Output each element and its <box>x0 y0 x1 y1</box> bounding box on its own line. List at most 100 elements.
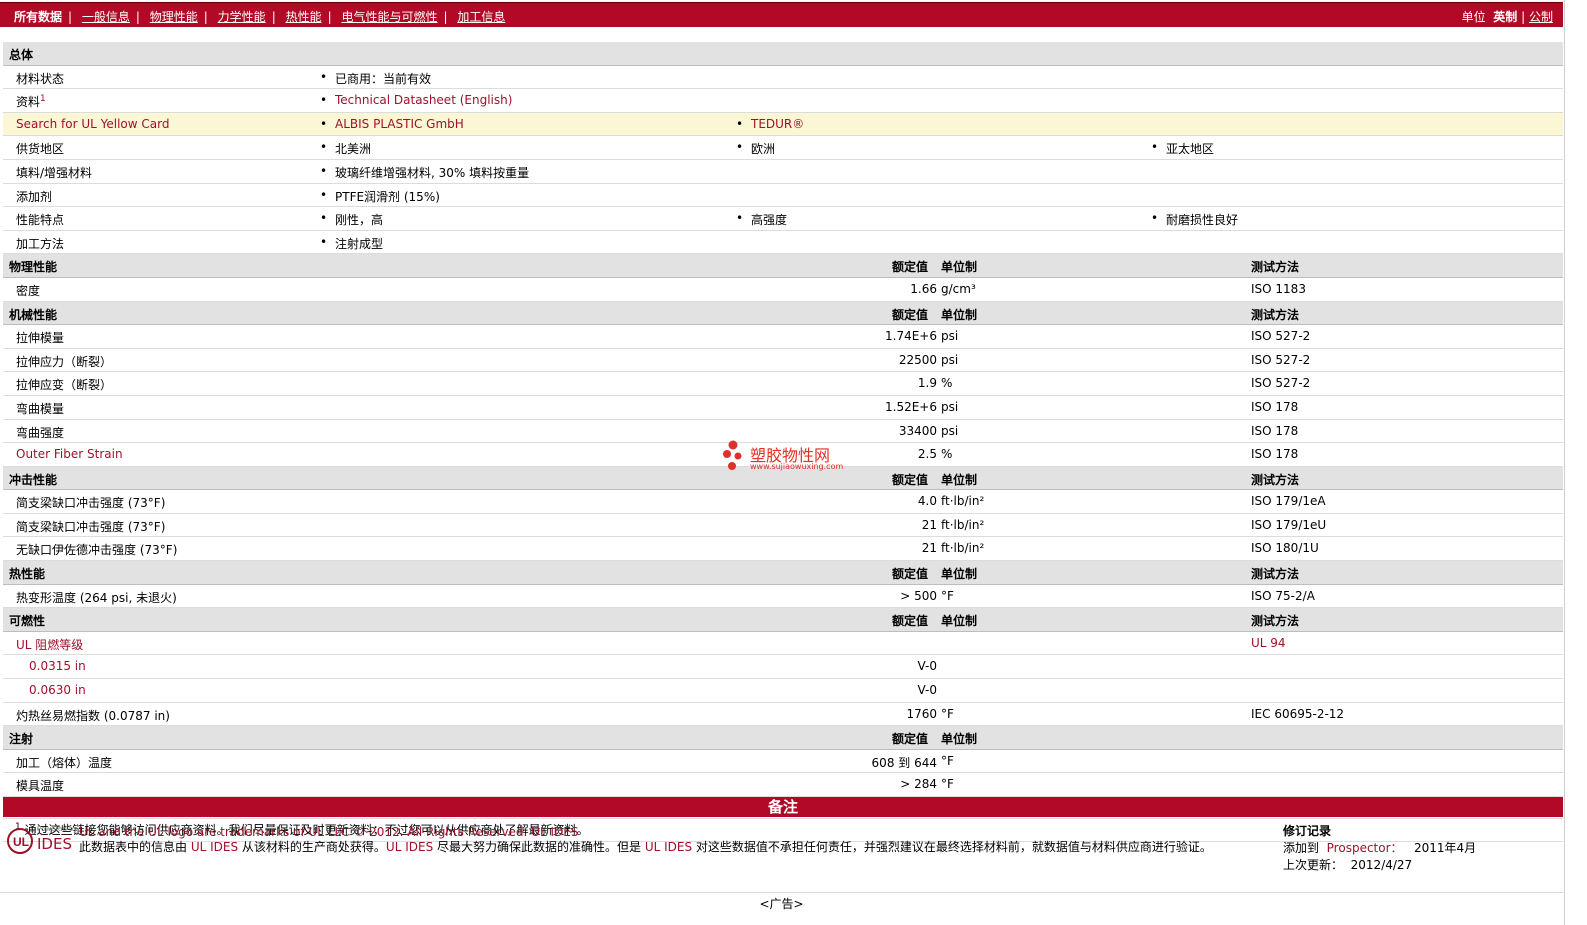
row-label: 灼热丝易燃指数 (0.0787 in) <box>16 708 170 723</box>
row-value: 注射成型 <box>320 235 383 252</box>
row-test: ISO 179/1eA <box>1251 494 1326 509</box>
col-nominal: 额定值 <box>892 307 929 322</box>
tab-physical[interactable]: 物理性能 <box>150 10 198 24</box>
row-label: 性能特点 <box>16 213 65 228</box>
row-unit: ft·lb/in² <box>941 494 985 509</box>
col-test: 测试方法 <box>1251 567 1300 582</box>
row-test: ISO 178 <box>1251 423 1299 438</box>
row-unit: psi <box>941 399 959 414</box>
row-label: 热变形温度 (264 psi, 未退火) <box>16 590 177 605</box>
row-filler: 填料/增强材料 玻璃纤维增强材料, 30% 填料按重量 <box>3 160 1563 184</box>
table-row: 简支梁缺口冲击强度 (73°F) 21 ft·lb/in² ISO 179/1e… <box>3 514 1563 538</box>
row-value: V-0 <box>917 683 937 698</box>
revision-title: 修订记录 <box>1283 824 1332 838</box>
row-test: ISO 1183 <box>1251 281 1306 296</box>
scrollbar[interactable] <box>1564 0 1587 925</box>
trademark-line: UL and the UL logo are trademarks of UL … <box>79 825 579 839</box>
row-unit: ft·lb/in² <box>941 517 985 532</box>
section-title: 可燃性 <box>9 614 46 629</box>
table-row: 拉伸应力（断裂） 22500 psi ISO 527-2 <box>3 349 1563 373</box>
row-unit: °F <box>941 753 954 768</box>
table-row: 加工（熔体）温度 608 到 644 °F <box>3 750 1563 774</box>
ul94-link[interactable]: UL 94 <box>1251 636 1286 650</box>
prospector-link[interactable]: Prospector： <box>1327 841 1403 855</box>
row-value: 欧洲 <box>736 140 775 157</box>
row-unit: g/cm³ <box>941 281 976 296</box>
ides-wordmark: IDES <box>37 835 72 853</box>
row-value: 北美洲 <box>320 140 371 157</box>
row-value: 1760 <box>906 706 937 721</box>
col-nominal: 额定值 <box>892 732 929 747</box>
row-label: 弯曲强度 <box>16 425 65 440</box>
unit-metric-link[interactable]: 公制 <box>1529 10 1553 24</box>
footer: UL Powered by IDES UL and the UL logo ar… <box>3 818 1563 887</box>
row-label: 无缺口伊佐德冲击强度 (73°F) <box>16 543 178 558</box>
col-test: 测试方法 <box>1251 472 1300 487</box>
table-row: 弯曲模量 1.52E+6 psi ISO 178 <box>3 396 1563 420</box>
row-label: 弯曲模量 <box>16 401 65 416</box>
brand-link[interactable]: TEDUR® <box>736 117 804 131</box>
row-value: 高强度 <box>736 211 787 228</box>
row-unit: °F <box>941 588 954 603</box>
row-process-method: 加工方法 注射成型 <box>3 231 1563 255</box>
unit-switcher: 单位 英制 | 公制 <box>1461 10 1553 24</box>
tab-general-info[interactable]: 一般信息 <box>82 10 130 24</box>
ad-placeholder: <广告> <box>0 892 1563 912</box>
col-unit: 单位制 <box>941 732 978 747</box>
row-label: 密度 <box>16 283 41 298</box>
section-flammability: 可燃性 额定值 单位制 测试方法 <box>3 608 1563 632</box>
ul-flame-rating-link[interactable]: UL 阻燃等级 <box>16 636 83 653</box>
row-value: 已商用：当前有效 <box>320 70 431 87</box>
table-row: 灼热丝易燃指数 (0.0787 in) 1760 °F IEC 60695-2-… <box>3 703 1563 727</box>
table-row: 0.0630 in V-0 <box>3 679 1563 703</box>
powered-by: Powered by <box>37 825 78 833</box>
row-additive: 添加剂 PTFE润滑剂 (15%) <box>3 184 1563 208</box>
tab-all-data[interactable]: 所有数据 <box>14 10 62 24</box>
row-label: 拉伸模量 <box>16 331 65 346</box>
table-row: UL 阻燃等级 UL 94 <box>3 632 1563 656</box>
row-value: 1.52E+6 <box>885 399 937 414</box>
table-row: 拉伸应变（断裂） 1.9 % ISO 527-2 <box>3 372 1563 396</box>
tab-processing[interactable]: 加工信息 <box>457 10 505 24</box>
thickness-link[interactable]: 0.0630 in <box>29 683 86 697</box>
supplier-link[interactable]: ALBIS PLASTIC GmbH <box>320 117 464 131</box>
col-nominal: 额定值 <box>892 260 929 275</box>
row-value: PTFE润滑剂 (15%) <box>320 188 440 205</box>
row-density: 密度 1.66 g/cm³ ISO 1183 <box>3 278 1563 302</box>
col-test: 测试方法 <box>1251 260 1300 275</box>
row-test: IEC 60695-2-12 <box>1251 706 1345 721</box>
section-general: 总体 <box>3 42 1563 66</box>
section-mechanical: 机械性能 额定值 单位制 测试方法 <box>3 301 1563 326</box>
row-label: 简支梁缺口冲击强度 (73°F) <box>16 519 166 534</box>
unit-english-selected: 英制 <box>1493 10 1518 24</box>
row-unit: °F <box>941 777 954 792</box>
tab-electrical-flammability[interactable]: 电气性能与可燃性 <box>341 10 437 24</box>
datasheet-link[interactable]: Technical Datasheet (English) <box>320 93 512 107</box>
tab-mechanical[interactable]: 力学性能 <box>218 10 266 24</box>
row-features: 性能特点 刚性，高 高强度 耐磨损性良好 <box>3 207 1563 231</box>
disclaimer-text: 此数据表中的信息由 UL IDES 从该材料的生产商处获得。UL IDES 尽最… <box>79 840 1212 854</box>
col-unit: 单位制 <box>941 260 978 275</box>
row-label: 拉伸应变（断裂） <box>16 378 113 393</box>
table-row: 无缺口伊佐德冲击强度 (73°F) 21 ft·lb/in² ISO 180/1… <box>3 537 1563 562</box>
outer-fiber-strain-link[interactable]: Outer Fiber Strain <box>16 447 123 461</box>
thickness-link[interactable]: 0.0315 in <box>29 659 86 673</box>
row-value: 刚性，高 <box>320 211 383 228</box>
ul-yellow-card-link[interactable]: Search for UL Yellow Card <box>16 117 169 131</box>
row-unit: psi <box>941 352 959 367</box>
row-value: 1.9 <box>917 376 937 391</box>
col-unit: 单位制 <box>941 567 978 582</box>
section-thermal: 热性能 额定值 单位制 测试方法 <box>3 561 1563 585</box>
tab-thermal[interactable]: 热性能 <box>286 10 322 24</box>
row-value: 亚太地区 <box>1151 140 1214 157</box>
row-test: ISO 75-2/A <box>1251 588 1315 603</box>
col-nominal: 额定值 <box>892 567 929 582</box>
row-value: 2.5 <box>917 447 937 462</box>
units-label: 单位 <box>1461 10 1486 24</box>
row-value: 22500 <box>898 352 937 367</box>
row-unit: ft·lb/in² <box>941 541 985 556</box>
row-region: 供货地区 北美洲 欧洲 亚太地区 <box>3 136 1563 160</box>
row-ul-yellow-card: Search for UL Yellow Card ALBIS PLASTIC … <box>3 112 1563 137</box>
row-test: ISO 527-2 <box>1251 352 1311 367</box>
row-material-status: 材料状态 已商用：当前有效 <box>3 66 1563 90</box>
